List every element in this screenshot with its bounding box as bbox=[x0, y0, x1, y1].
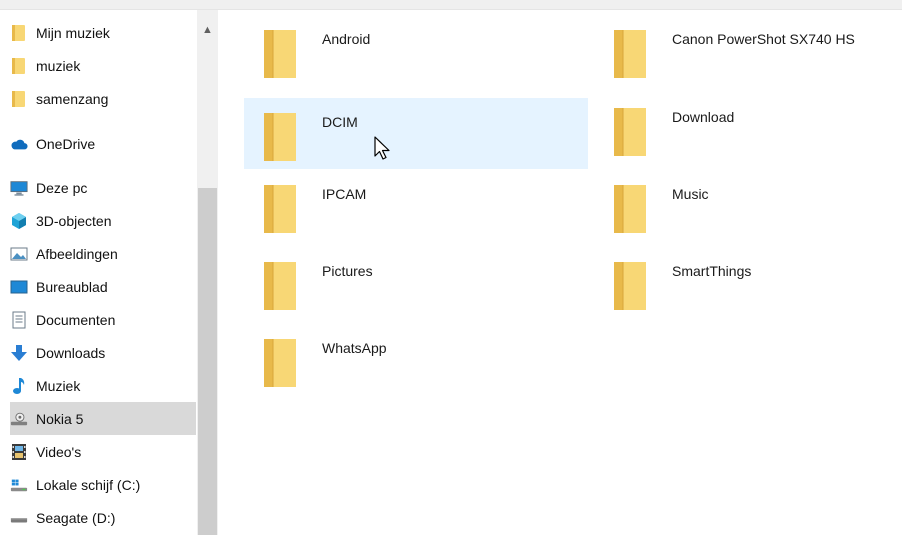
nav-item-mijn-muziek[interactable]: Mijn muziek bbox=[10, 16, 196, 49]
folder-tile-ipcam[interactable]: IPCAM bbox=[244, 170, 588, 241]
phone-device-icon bbox=[10, 410, 28, 428]
nav-item-label: Video's bbox=[36, 443, 82, 460]
navigation-scrollbar[interactable]: ▲ bbox=[197, 10, 218, 535]
nav-item-label: Bureaublad bbox=[36, 278, 108, 295]
folder-name: DCIM bbox=[322, 114, 358, 130]
nav-item-muziek-library[interactable]: Muziek bbox=[10, 369, 196, 402]
folder-icon bbox=[614, 30, 646, 78]
nav-item-muziek[interactable]: muziek bbox=[10, 49, 196, 82]
folder-name: SmartThings bbox=[672, 263, 752, 279]
folder-name: WhatsApp bbox=[322, 340, 387, 356]
folder-tile-android[interactable]: Android bbox=[244, 15, 588, 86]
folder-icon bbox=[614, 262, 646, 310]
folder-name: Android bbox=[322, 31, 371, 47]
download-arrow-icon bbox=[10, 344, 28, 362]
folder-name: Download bbox=[672, 109, 735, 125]
navigation-pane: Mijn muziek muziek samenzang OneDrive De… bbox=[0, 10, 205, 535]
folder-tile-whatsapp[interactable]: WhatsApp bbox=[244, 324, 588, 395]
folder-icon bbox=[264, 30, 296, 78]
nav-item-3d-objecten[interactable]: 3D-objecten bbox=[10, 204, 196, 237]
folder-tile-dcim[interactable]: DCIM bbox=[244, 98, 588, 169]
pictures-icon bbox=[10, 245, 28, 263]
nav-item-label: samenzang bbox=[36, 90, 109, 107]
computer-icon bbox=[10, 179, 28, 197]
folder-icon bbox=[614, 108, 646, 156]
nav-item-label: Lokale schijf (C:) bbox=[36, 476, 141, 493]
nav-item-documenten[interactable]: Documenten bbox=[10, 303, 196, 336]
nav-item-onedrive[interactable]: OneDrive bbox=[10, 127, 196, 160]
nav-item-label: Afbeeldingen bbox=[36, 245, 118, 262]
nav-item-bureaublad[interactable]: Bureaublad bbox=[10, 270, 196, 303]
folder-name: Canon PowerShot SX740 HS bbox=[672, 31, 855, 47]
folder-icon bbox=[264, 339, 296, 387]
address-toolbar-edge bbox=[0, 0, 902, 10]
desktop-icon bbox=[10, 278, 28, 296]
documents-icon bbox=[10, 311, 28, 329]
folder-tile-canon-powershot[interactable]: Canon PowerShot SX740 HS bbox=[594, 15, 902, 86]
nav-item-videos[interactable]: Video's bbox=[10, 435, 196, 468]
folder-icon bbox=[10, 57, 28, 75]
folder-name: Music bbox=[672, 186, 709, 202]
cloud-icon bbox=[10, 135, 28, 153]
folder-view: Android Canon PowerShot SX740 HS DCIM Do… bbox=[218, 10, 902, 535]
video-film-icon bbox=[10, 443, 28, 461]
folder-icon bbox=[614, 185, 646, 233]
nav-item-downloads[interactable]: Downloads bbox=[10, 336, 196, 369]
folder-tile-music[interactable]: Music bbox=[594, 170, 902, 241]
nav-item-samenzang[interactable]: samenzang bbox=[10, 82, 196, 115]
scroll-up-arrow-icon[interactable]: ▲ bbox=[197, 20, 218, 40]
nav-item-label: Nokia 5 bbox=[36, 410, 84, 427]
nav-item-label: Seagate (D:) bbox=[36, 509, 116, 526]
nav-item-label: OneDrive bbox=[36, 135, 96, 152]
scrollbar-thumb[interactable] bbox=[198, 188, 217, 535]
folder-icon bbox=[264, 113, 296, 161]
folder-name: Pictures bbox=[322, 263, 373, 279]
nav-item-label: Downloads bbox=[36, 344, 106, 361]
folder-name: IPCAM bbox=[322, 186, 367, 202]
mouse-pointer-icon bbox=[374, 136, 390, 160]
nav-item-label: Documenten bbox=[36, 311, 116, 328]
drive-icon bbox=[10, 509, 28, 527]
nav-item-label: muziek bbox=[36, 57, 81, 74]
folder-icon bbox=[264, 185, 296, 233]
folder-icon bbox=[10, 90, 28, 108]
folder-icon bbox=[264, 262, 296, 310]
folder-tile-smartthings[interactable]: SmartThings bbox=[594, 247, 902, 318]
cube-icon bbox=[10, 212, 28, 230]
nav-item-label: Muziek bbox=[36, 377, 81, 394]
nav-item-seagate[interactable]: Seagate (D:) bbox=[10, 501, 196, 534]
nav-item-label: Deze pc bbox=[36, 179, 88, 196]
nav-item-afbeeldingen[interactable]: Afbeeldingen bbox=[10, 237, 196, 270]
nav-item-deze-pc[interactable]: Deze pc bbox=[10, 171, 196, 204]
folder-icon bbox=[10, 24, 28, 42]
nav-item-nokia-5[interactable]: Nokia 5 bbox=[10, 402, 196, 435]
nav-item-lokale-schijf[interactable]: Lokale schijf (C:) bbox=[10, 468, 196, 501]
folder-tile-download[interactable]: Download bbox=[594, 93, 902, 164]
windows-drive-icon bbox=[10, 476, 28, 494]
folder-tile-pictures[interactable]: Pictures bbox=[244, 247, 588, 318]
nav-item-label: Mijn muziek bbox=[36, 24, 110, 41]
nav-item-label: 3D-objecten bbox=[36, 212, 112, 229]
music-note-icon bbox=[10, 377, 28, 395]
